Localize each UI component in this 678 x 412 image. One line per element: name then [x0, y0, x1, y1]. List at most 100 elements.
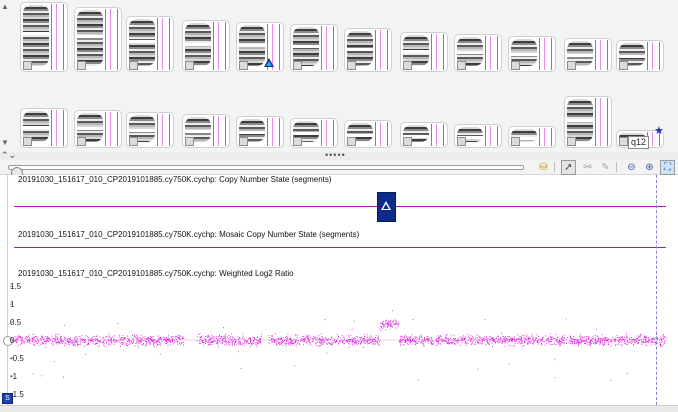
data-point	[300, 341, 302, 342]
star-icon[interactable]: ★	[654, 124, 664, 137]
data-point	[95, 340, 97, 342]
data-point	[502, 340, 504, 342]
chromosome-6[interactable]	[290, 24, 338, 72]
data-point	[435, 339, 437, 341]
chromosome-5[interactable]	[236, 22, 284, 72]
data-point	[478, 342, 480, 344]
data-point	[387, 326, 389, 328]
data-point	[507, 339, 508, 341]
data-point	[650, 344, 652, 346]
fit-icon[interactable]: ⛶	[660, 160, 675, 175]
data-point	[430, 342, 432, 344]
copy-number-segment[interactable]	[14, 206, 666, 207]
karyogram-panel: ▲ ▼ q12 ★	[0, 0, 678, 153]
data-point	[234, 342, 235, 344]
data-point	[485, 344, 487, 346]
data-point	[122, 343, 123, 345]
export-icon[interactable]: ⛁	[536, 160, 551, 175]
data-point	[79, 337, 81, 339]
data-point	[619, 338, 621, 340]
data-point	[493, 338, 494, 340]
chromosome-12[interactable]	[616, 40, 664, 72]
data-point	[661, 338, 663, 340]
chromosome-1[interactable]	[20, 2, 68, 72]
scroll-down-icon[interactable]: ▼	[1, 138, 9, 147]
chromosome-13[interactable]	[20, 108, 68, 148]
zoom-out-icon[interactable]: ⊖	[624, 160, 639, 175]
cursor-line[interactable]	[656, 175, 657, 405]
data-point	[65, 340, 67, 342]
data-point	[629, 341, 631, 343]
data-point	[555, 333, 557, 335]
chromosome-15[interactable]	[126, 112, 174, 148]
data-point	[564, 342, 566, 343]
data-point	[83, 338, 85, 340]
chromosome-20[interactable]	[400, 122, 448, 148]
data-point	[16, 341, 18, 343]
data-point	[230, 339, 232, 341]
chromosome-19[interactable]	[344, 120, 392, 148]
data-point	[151, 340, 153, 342]
data-point	[253, 338, 255, 340]
data-point	[242, 337, 244, 339]
chromosome-21[interactable]	[454, 124, 502, 148]
chromosome-7[interactable]	[344, 28, 392, 72]
data-point	[206, 336, 208, 338]
pointer-icon[interactable]: ➚	[561, 160, 576, 175]
data-point	[59, 343, 61, 345]
chromosome-16[interactable]	[182, 114, 230, 148]
chromosome-X[interactable]	[564, 96, 612, 148]
eyedropper-icon[interactable]: ✎	[598, 160, 613, 175]
data-point	[562, 340, 564, 341]
data-point	[118, 341, 120, 343]
data-point	[282, 340, 283, 342]
data-point	[182, 341, 184, 343]
chromosome-3[interactable]	[126, 16, 174, 72]
chromosome-8[interactable]	[400, 32, 448, 72]
chromosome-tracks	[431, 124, 444, 146]
panel-splitter[interactable]: ⌃⌄ •••••	[0, 150, 678, 160]
data-point	[146, 341, 147, 343]
data-point	[433, 341, 435, 342]
data-point	[341, 334, 343, 336]
data-point	[641, 344, 643, 345]
link-icon[interactable]: ⚯	[580, 160, 595, 175]
chromosome-ideogram	[23, 5, 49, 66]
data-point	[215, 337, 217, 339]
log2-ratio-chart[interactable]: 1.510.50-0.5-1-1.5	[0, 279, 678, 403]
gain-marker[interactable]	[377, 192, 396, 222]
data-point	[254, 339, 255, 341]
data-point	[80, 338, 82, 340]
chromosome-10[interactable]	[508, 36, 556, 72]
data-point	[244, 345, 246, 347]
data-point	[64, 336, 66, 338]
data-point	[217, 343, 219, 345]
scroll-up-icon[interactable]: ▲	[1, 2, 9, 11]
data-point	[115, 342, 117, 344]
karyogram-gain-marker-icon[interactable]	[264, 58, 274, 67]
chromosome-22[interactable]	[508, 126, 556, 148]
data-point	[414, 340, 416, 341]
chromosome-11[interactable]	[564, 38, 612, 72]
data-point	[583, 343, 585, 344]
chromosome-18[interactable]	[290, 118, 338, 148]
data-point	[256, 336, 258, 338]
chromosome-2[interactable]	[74, 7, 122, 72]
data-point	[254, 337, 256, 339]
chromosome-4[interactable]	[182, 20, 230, 72]
chromosome-9[interactable]	[454, 34, 502, 72]
chromosome-14[interactable]	[74, 110, 122, 148]
data-point	[352, 337, 354, 339]
zoom-in-icon[interactable]: ⊕	[642, 160, 657, 175]
mosaic-segment[interactable]	[14, 247, 666, 248]
data-point	[258, 338, 260, 340]
data-point	[502, 341, 504, 343]
data-point	[605, 338, 607, 340]
data-point	[348, 335, 349, 337]
chromosome-17[interactable]	[236, 116, 284, 148]
data-point	[541, 344, 543, 346]
zoom-slider[interactable]	[8, 165, 524, 179]
data-point	[242, 338, 244, 340]
data-point	[615, 339, 616, 340]
splitter-grip-icon[interactable]: •••••	[325, 151, 346, 160]
